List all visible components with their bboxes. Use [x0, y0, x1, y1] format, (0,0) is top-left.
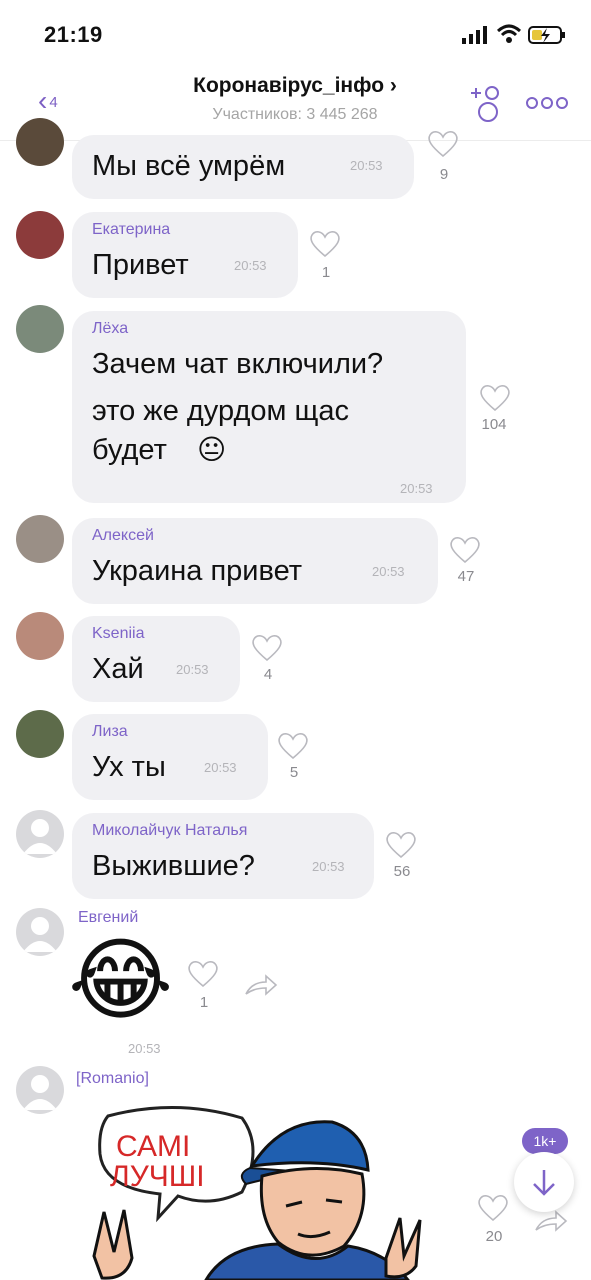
signal-icon: [462, 26, 487, 44]
like-count: 4: [263, 666, 273, 683]
message-time: 20:53: [400, 481, 433, 496]
user-silhouette-icon: [23, 819, 57, 854]
add-participant-icon[interactable]: [470, 84, 506, 124]
avatar[interactable]: [16, 118, 64, 166]
message-time: 20:53: [350, 158, 383, 173]
share-icon[interactable]: [534, 1210, 568, 1234]
arrow-down-icon: [533, 1170, 555, 1196]
heart-icon[interactable]: [276, 730, 310, 760]
battery-charging-icon: [528, 26, 565, 44]
heart-icon[interactable]: [448, 534, 482, 564]
avatar[interactable]: [16, 710, 64, 758]
default-avatar[interactable]: [16, 908, 64, 956]
chat-title[interactable]: Коронавірус_інфо ›: [120, 74, 470, 98]
avatar[interactable]: [16, 305, 64, 353]
message-time: 20:53: [312, 859, 345, 874]
sender-name[interactable]: Лиза: [92, 723, 128, 741]
message-text: Выжившие?: [92, 850, 255, 882]
like-count: 9: [439, 166, 449, 183]
user-silhouette-icon: [23, 1075, 57, 1110]
unread-count: 4: [49, 94, 58, 112]
sender-name[interactable]: Лёха: [92, 320, 128, 338]
message-time: 20:53: [128, 1041, 161, 1056]
like-count: 47: [457, 568, 475, 585]
unread-badge[interactable]: 1k+: [522, 1128, 568, 1154]
heart-icon[interactable]: [426, 128, 460, 158]
message-time: 20:53: [176, 662, 209, 677]
message-text: Хай: [92, 653, 144, 685]
chevron-left-icon: ‹: [38, 85, 48, 116]
like-count: 1: [199, 994, 209, 1011]
message-text: Украина привет: [92, 555, 303, 587]
heart-icon[interactable]: [308, 228, 342, 258]
message-text: Зачем чат включили?: [92, 348, 384, 380]
avatar[interactable]: [16, 211, 64, 259]
default-avatar[interactable]: [16, 810, 64, 858]
like-count: 20: [485, 1228, 503, 1245]
back-button[interactable]: ‹ 4: [38, 85, 58, 117]
message-text: Мы всё умрём: [92, 150, 286, 182]
user-silhouette-icon: [23, 917, 57, 952]
laughing-emoji[interactable]: 😂: [68, 926, 173, 1036]
heart-icon[interactable]: [250, 632, 284, 662]
sender-name[interactable]: [Romanio]: [76, 1070, 149, 1088]
status-time: 21:19: [44, 22, 103, 47]
message-time: 20:53: [234, 258, 267, 273]
sender-name[interactable]: Евгений: [78, 909, 138, 927]
share-icon[interactable]: [244, 974, 278, 998]
avatar[interactable]: [16, 612, 64, 660]
message-text: Привет: [92, 249, 189, 281]
like-count: 5: [289, 764, 299, 781]
heart-icon[interactable]: [384, 829, 418, 859]
sender-name[interactable]: Алексей: [92, 527, 154, 545]
heart-icon[interactable]: [478, 382, 512, 412]
avatar[interactable]: [16, 515, 64, 563]
like-count: 1: [321, 264, 331, 281]
message-time: 20:53: [372, 564, 405, 579]
heart-icon[interactable]: [476, 1192, 510, 1222]
message-text: Ух ты: [92, 751, 166, 783]
sticker-text: ЛУЧШІ: [110, 1160, 205, 1193]
heart-icon[interactable]: [186, 958, 220, 988]
more-options-icon[interactable]: [526, 96, 568, 110]
sender-name[interactable]: Kseniia: [92, 625, 144, 643]
message-text: будет: [92, 434, 167, 466]
message-time: 20:53: [204, 760, 237, 775]
sticker-text: САМІ: [116, 1130, 190, 1163]
like-count: 104: [481, 416, 507, 433]
like-count: 56: [393, 863, 411, 880]
default-avatar[interactable]: [16, 1066, 64, 1114]
neutral-face-emoji: 😐: [197, 434, 227, 465]
wifi-icon: [496, 24, 522, 43]
sender-name[interactable]: Миколайчук Наталья: [92, 822, 247, 840]
scroll-to-bottom-button[interactable]: [514, 1152, 574, 1212]
participants-count: Участников: 3 445 268: [212, 106, 378, 123]
sticker-image[interactable]: САМІ ЛУЧШІ: [86, 1096, 456, 1280]
sender-name[interactable]: Екатерина: [92, 221, 170, 239]
